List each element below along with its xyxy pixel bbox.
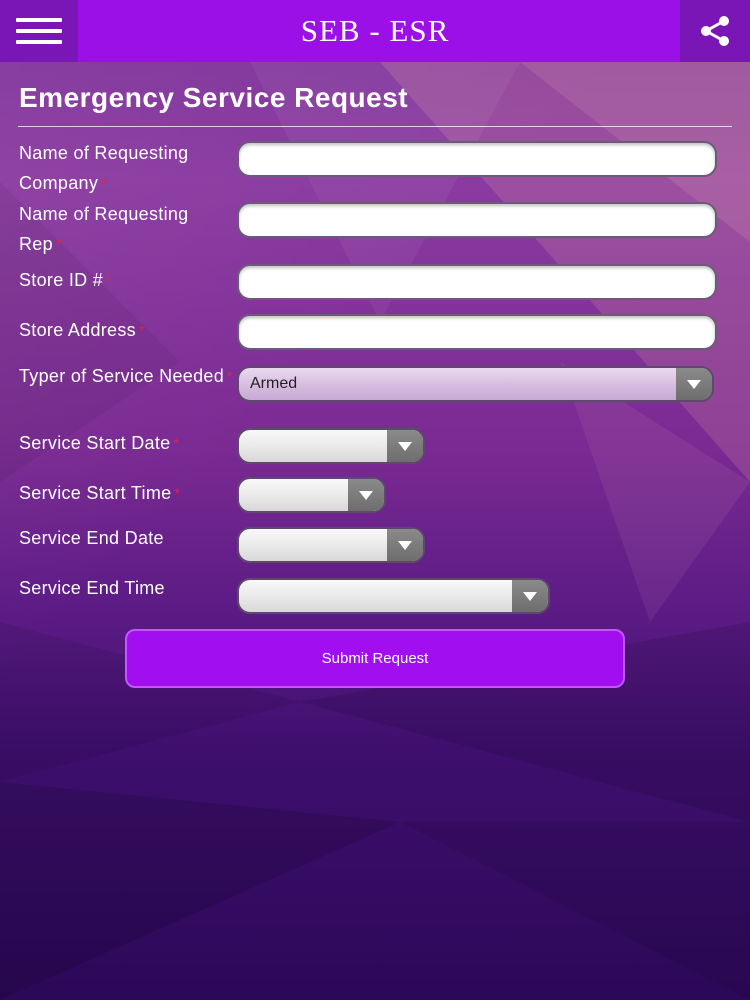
start-date-select[interactable]	[237, 428, 425, 464]
app-title: SEB - ESR	[300, 13, 450, 48]
app-header: SEB - ESR	[0, 0, 750, 62]
chevron-down-icon	[512, 580, 548, 612]
share-icon	[701, 16, 729, 46]
page-title: Emergency Service Request	[19, 82, 409, 113]
required-marker: *	[55, 236, 62, 252]
start-time-select[interactable]	[237, 477, 386, 513]
end-time-select[interactable]	[237, 578, 550, 614]
end-date-label: Service End Date	[19, 528, 164, 548]
required-marker: *	[174, 485, 181, 501]
rep-label: Name of Requesting Rep *	[19, 204, 189, 254]
store-address-label: Store Address *	[19, 320, 145, 340]
required-marker: *	[101, 175, 107, 191]
company-label: Name of Requesting Company *	[19, 143, 189, 193]
service-type-value: Armed	[250, 375, 298, 392]
required-marker: *	[106, 272, 112, 288]
store-id-input[interactable]	[237, 264, 717, 300]
required-marker: *	[138, 322, 145, 338]
end-time-label: Service End Time	[19, 578, 165, 598]
required-marker: *	[173, 435, 180, 451]
end-date-select[interactable]	[237, 527, 425, 563]
chevron-down-icon	[387, 529, 423, 561]
service-type-select[interactable]: Armed	[237, 366, 714, 402]
store-id-label: Store ID # *	[19, 270, 112, 290]
submit-request-button[interactable]: Submit Request	[125, 629, 625, 688]
chevron-down-icon	[348, 479, 384, 511]
share-button[interactable]	[680, 0, 750, 62]
menu-button[interactable]	[0, 0, 78, 62]
store-address-input[interactable]	[237, 314, 717, 350]
start-time-label: Service Start Time *	[19, 483, 181, 503]
chevron-down-icon	[387, 430, 423, 462]
start-date-label: Service Start Date *	[19, 433, 180, 453]
title-divider	[18, 126, 732, 127]
hamburger-menu-icon	[16, 18, 62, 22]
chevron-down-icon	[676, 368, 712, 400]
rep-input[interactable]	[237, 202, 717, 238]
service-type-label: Typer of Service Needed *	[19, 366, 233, 386]
company-input[interactable]	[237, 141, 717, 177]
required-marker: *	[227, 368, 233, 384]
